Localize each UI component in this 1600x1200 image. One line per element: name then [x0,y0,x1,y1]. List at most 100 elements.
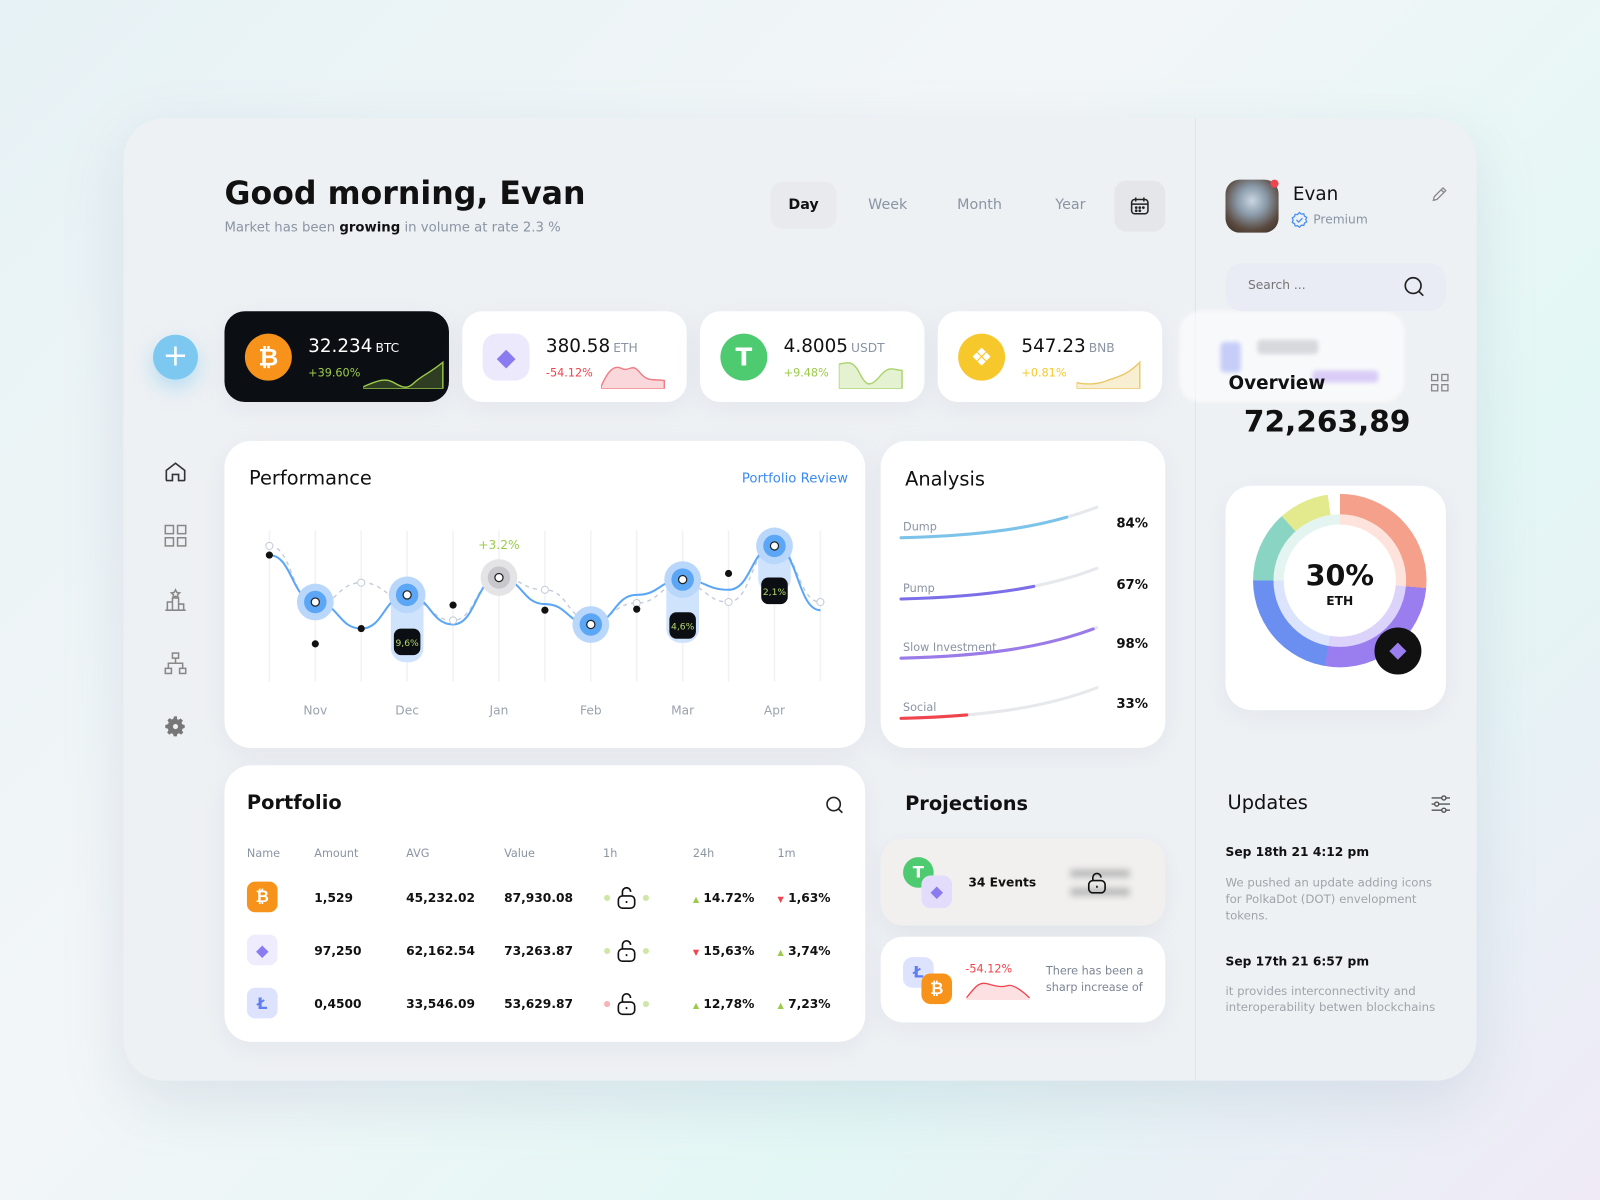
change-24h: ▲ 14.72% [692,890,755,906]
projection-card-change[interactable]: Ł ₿ -54.12% There has been a sharp increa… [880,936,1166,1023]
data-point [541,606,549,614]
network-icon[interactable] [163,651,187,675]
grid-icon[interactable] [1430,373,1449,392]
comparison-point [357,578,366,587]
update-date: Sep 18th 21 4:12 pm [1225,844,1370,860]
month-point [310,597,320,607]
search-icon[interactable] [1403,276,1425,298]
unlock-icon[interactable] [616,939,636,963]
analysis-progress [899,626,1099,660]
comparison-point [632,598,641,608]
projection-sparkline [966,982,1031,1000]
edit-icon[interactable] [1431,185,1449,203]
x-tick-label: Mar [671,703,695,717]
dashboard-icon[interactable] [163,523,187,547]
analysis-percent: 33% [1116,696,1149,713]
column-header: Value [504,846,535,861]
column-header: 1h [603,846,618,861]
overview-value: 72,263,89 [1243,404,1411,439]
coin-value: 380.58 ETH [545,335,638,358]
verified-badge-icon [1291,211,1308,229]
subtitle: Market has been growing in volume at rat… [224,220,561,236]
amount: 0,4500 [314,996,362,1012]
search-box[interactable] [1225,263,1446,312]
value-badge-label: 2,1% [763,587,787,598]
calendar-icon [1130,197,1149,215]
bnb-icon: ❖ [958,333,1006,381]
status-dot [642,947,649,955]
column-header: 24h [692,846,715,861]
x-tick-label: Feb [580,703,602,717]
coin-card-btc[interactable]: ₿ 32.234 BTC +39.60% [224,311,449,403]
search-icon[interactable] [824,795,844,815]
analysis-title: Analysis [905,468,985,491]
home-icon[interactable] [163,459,187,483]
table-row[interactable]: ₿ 1,529 45,232.02 87,930.08 ▲ 14.72% ▼ 1… [246,881,859,915]
status-dot [604,947,611,955]
filter-icon[interactable] [1431,795,1451,813]
change-1m: ▲ 7,23% [777,996,831,1012]
change-1m: ▼ 1,63% [777,890,831,906]
avatar[interactable] [1225,179,1279,233]
tab-day[interactable]: Day [770,181,837,229]
table-row[interactable]: Ł 0,4500 33,546.09 53,629.87 ▲ 12,78% ▲ … [246,987,859,1021]
unlock-icon[interactable] [1087,871,1107,894]
donut-percent: 30% [1305,559,1374,593]
tab-week[interactable]: Week [857,182,918,229]
search-input[interactable] [1247,277,1402,292]
projection-text: There has been a sharp increase of [1045,964,1144,994]
amount: 1,529 [314,890,354,906]
unlock-icon[interactable] [616,886,636,910]
value: 87,930.08 [504,890,574,906]
eth-icon: ◆ [246,934,278,966]
projection-change: -54.12% [965,962,1013,976]
coin-card-eth[interactable]: ◆ 380.58 ETH -54.12% [462,311,687,403]
projections-title: Projections [905,792,1029,816]
month-point [769,541,780,551]
coin-sparkline [601,366,665,389]
coin-change: -54.12% [545,366,593,380]
portfolio-title: Portfolio [246,791,342,815]
avg: 45,232.02 [406,890,476,906]
month-point [586,619,596,630]
month-point [402,590,412,600]
coin-sparkline [1076,360,1141,389]
value-badge-label: 9,6% [395,638,419,649]
coin-change: +39.60% [308,366,361,380]
data-point [633,605,641,613]
table-row[interactable]: ◆ 97,250 62,162.54 73,263.87 ▼ 15,63% ▲ … [246,934,859,968]
settings-icon[interactable] [163,714,187,738]
update-text: We pushed an update adding icons for Pol… [1225,875,1433,923]
projection-card-events[interactable]: T ◆ 34 Events [880,838,1166,926]
calendar-button[interactable] [1114,180,1166,232]
update-date: Sep 17th 21 6:57 pm [1225,954,1370,969]
data-point [311,640,319,648]
status-dot [642,894,649,902]
profile-name: Evan [1292,183,1339,206]
unlock-icon[interactable] [616,992,636,1016]
analysis-progress [899,566,1099,601]
analysis-percent: 67% [1116,577,1149,593]
rewards-icon[interactable] [163,588,187,612]
ltc-icon: Ł [246,987,278,1019]
profile-tier: Premium [1313,212,1368,227]
coin-card-usdt[interactable]: T 4.8005 USDT +9.48% [699,311,925,403]
panel-divider [1194,118,1196,1081]
column-header: Amount [314,846,359,861]
coin-card-bnb[interactable]: ❖ 547.23 BNB +0.81% [937,311,1163,403]
analysis-progress [899,505,1099,540]
status-dot [604,1001,611,1008]
tab-month[interactable]: Month [944,182,1015,229]
value: 53,629.87 [504,996,574,1012]
comparison-point [724,597,733,607]
value-badge-label: 4,6% [671,622,695,633]
updates-title: Updates [1227,791,1308,815]
add-button[interactable]: + [153,334,198,380]
data-point [265,551,273,559]
tab-year[interactable]: Year [1041,182,1100,229]
month-point [494,572,504,583]
coin-sparkline [363,360,444,389]
usdt-icon: T [720,333,768,381]
data-point [724,569,733,578]
amount: 97,250 [314,943,362,959]
